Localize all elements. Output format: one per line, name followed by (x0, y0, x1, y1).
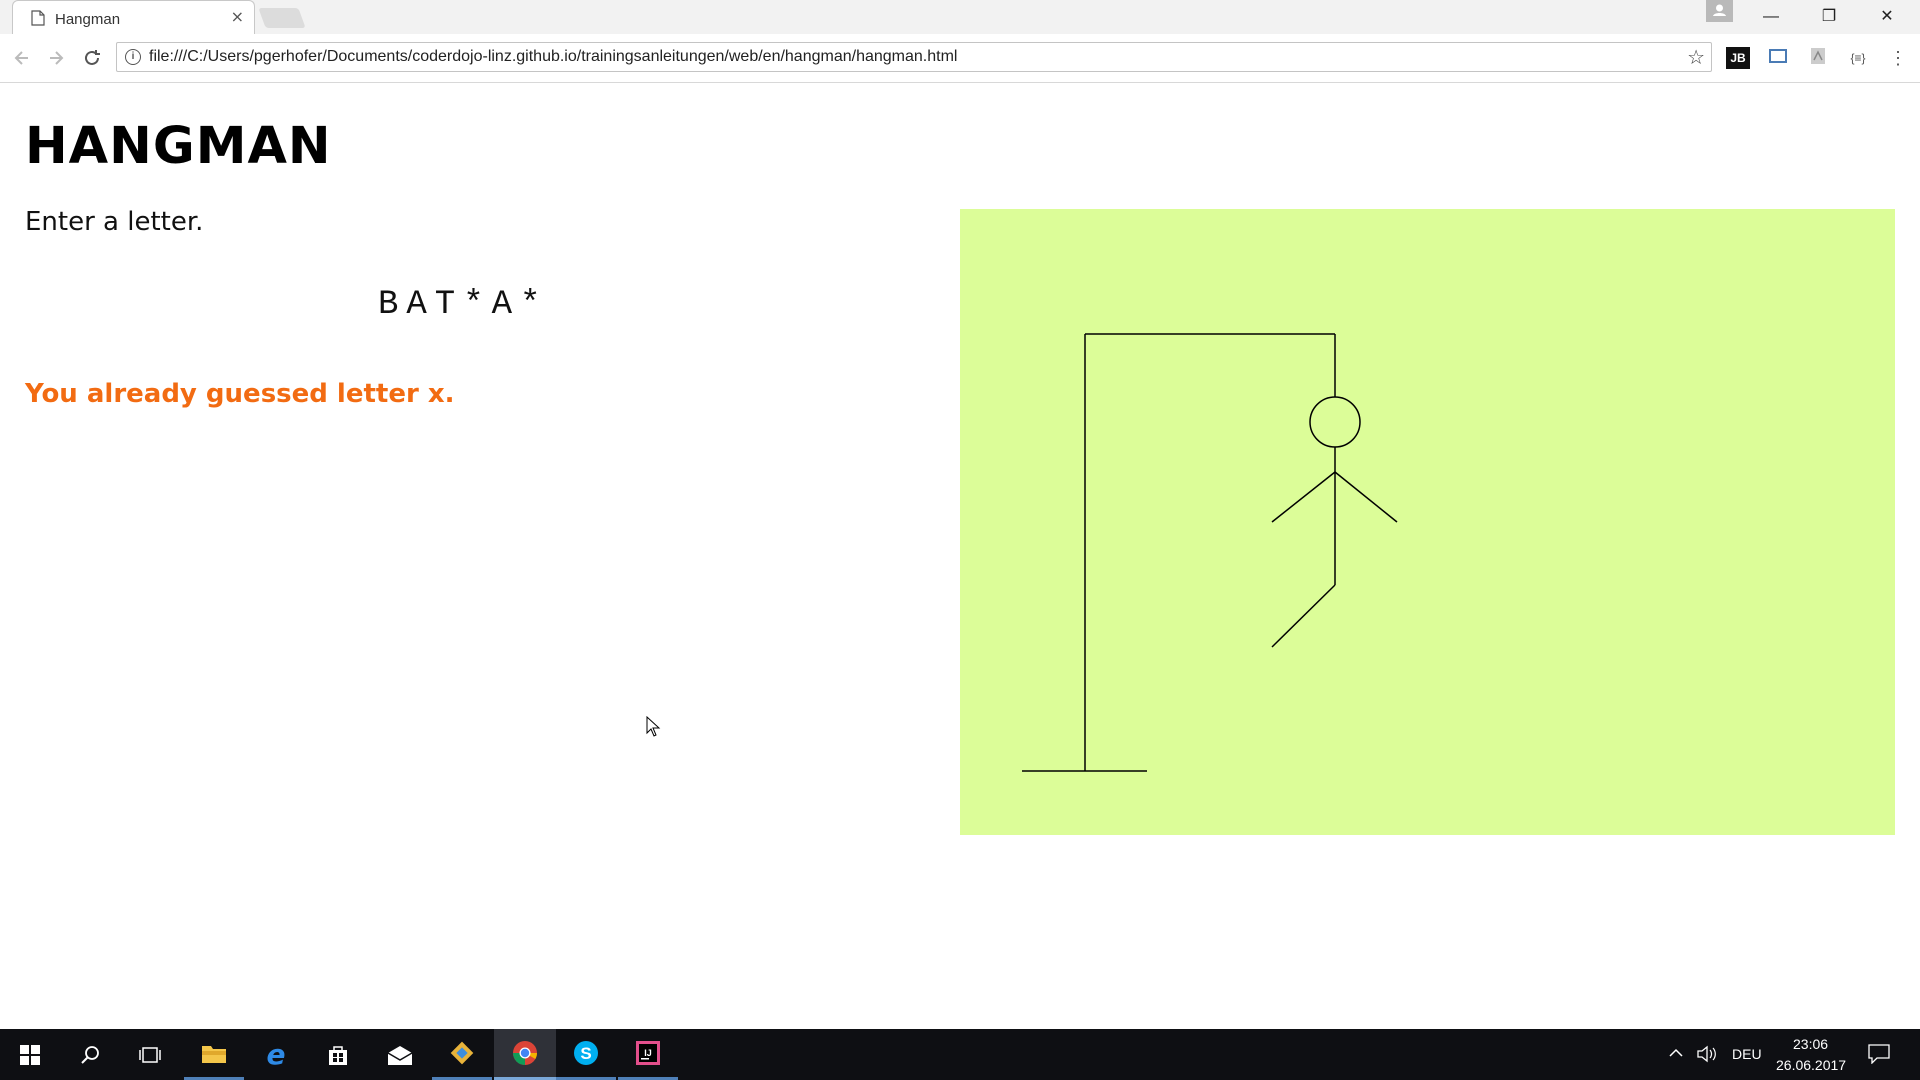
page-content: HANGMAN Enter a letter. BAT*A* You alrea… (0, 83, 1920, 1029)
notification-icon[interactable] (1868, 1044, 1890, 1068)
back-button[interactable] (8, 44, 36, 72)
prompt-text: Enter a letter. (25, 207, 204, 237)
info-icon[interactable]: i (125, 49, 141, 65)
page-title: HANGMAN (25, 117, 332, 176)
status-message: You already guessed letter x. (25, 379, 455, 409)
screen-capture-icon[interactable] (1766, 47, 1790, 69)
task-view-icon[interactable] (120, 1029, 180, 1080)
tab-title: Hangman (55, 11, 121, 28)
json-icon[interactable]: {≡} (1846, 47, 1870, 69)
search-icon[interactable] (60, 1029, 120, 1080)
file-explorer-icon[interactable] (184, 1029, 244, 1080)
address-bar[interactable]: i file:///C:/Users/pgerhofer/Documents/c… (116, 42, 1712, 72)
hangman-head (1309, 396, 1361, 448)
new-tab-button[interactable] (258, 8, 306, 28)
hangman-drawing (1022, 333, 1398, 772)
tab-hangman[interactable]: Hangman × (12, 0, 255, 34)
git-icon[interactable] (432, 1029, 492, 1080)
mail-icon[interactable] (370, 1029, 430, 1080)
word-display: BAT*A* (378, 286, 549, 324)
page-icon (31, 10, 45, 26)
browser-tab-strip: Hangman × — ❐ ✕ (0, 0, 1920, 34)
clock-date[interactable]: 26.06.2017 (1776, 1057, 1846, 1073)
hangman-left-arm (1271, 471, 1336, 523)
forward-button[interactable] (42, 44, 70, 72)
hangman-left-leg (1271, 584, 1336, 648)
language-indicator[interactable]: DEU (1732, 1046, 1762, 1062)
svg-text:IJ: IJ (644, 1048, 652, 1058)
back-arrow-icon (14, 51, 28, 65)
svg-text:S: S (580, 1044, 591, 1063)
minimize-button[interactable]: — (1742, 0, 1800, 34)
restore-button[interactable]: ❐ (1800, 0, 1858, 34)
url-text[interactable]: file:///C:/Users/pgerhofer/Documents/cod… (149, 48, 957, 66)
reload-icon (85, 50, 100, 65)
tab-close-icon[interactable]: × (231, 9, 244, 25)
mouse-cursor-icon (646, 716, 661, 737)
volume-icon[interactable] (1696, 1044, 1718, 1068)
menu-icon[interactable]: ⋮ (1886, 47, 1910, 69)
store-icon[interactable] (308, 1029, 368, 1080)
chrome-icon[interactable] (494, 1029, 556, 1080)
profile-icon[interactable] (1706, 0, 1733, 22)
windows-taskbar: e S IJ DEU 23:06 26.06.2017 (0, 1029, 1920, 1080)
start-icon[interactable] (0, 1029, 60, 1080)
hangman-board (960, 209, 1895, 835)
forward-arrow-icon (50, 51, 64, 65)
edge-icon[interactable]: e (246, 1029, 306, 1080)
tray-expand-icon[interactable] (1668, 1045, 1684, 1065)
jetbrains-extension-icon[interactable]: JB (1726, 47, 1750, 69)
clock-time[interactable]: 23:06 (1793, 1036, 1828, 1052)
intellij-icon[interactable]: IJ (618, 1029, 678, 1080)
pdf-icon[interactable] (1806, 47, 1830, 69)
close-window-button[interactable]: ✕ (1858, 0, 1916, 34)
reload-button[interactable] (78, 44, 106, 72)
hangman-right-arm (1334, 471, 1398, 523)
skype-icon[interactable]: S (556, 1029, 616, 1080)
bookmark-star-icon[interactable]: ☆ (1687, 45, 1705, 69)
browser-toolbar: i file:///C:/Users/pgerhofer/Documents/c… (0, 34, 1920, 83)
